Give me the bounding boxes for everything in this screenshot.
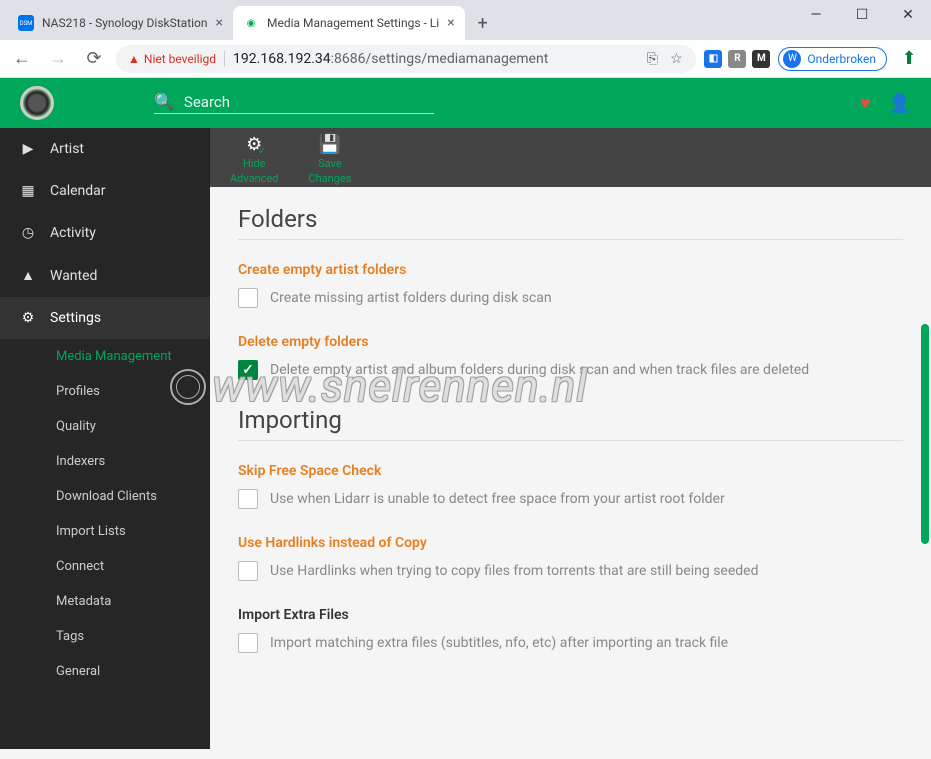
sidebar-item-label: Artist [50,141,84,157]
check-icon: ✓ [258,146,266,157]
window-maximize[interactable]: ☐ [839,0,885,30]
sidebar-item-settings[interactable]: ⚙ Settings [0,297,210,339]
reload-button[interactable]: ⟳ [80,45,108,73]
field-label-extras: Import Extra Files [238,607,903,623]
sidebar-item-label: Activity [50,225,96,241]
sidebar: ▶ Artist ▦ Calendar ◷ Activity ▲ Wanted ⚙ Set… [0,128,210,749]
checkbox-skip-space[interactable] [238,489,258,509]
sub-general[interactable]: General [0,654,210,689]
tab-close-icon[interactable]: × [216,15,223,31]
forward-button[interactable]: → [44,45,72,73]
window-minimize[interactable]: — [793,0,839,30]
sub-indexers[interactable]: Indexers [0,444,210,479]
translate-icon[interactable]: ⎘ [644,51,660,67]
tab-favicon-lidarr: ◉ [243,15,259,31]
sub-connect[interactable]: Connect [0,549,210,584]
section-title-folders: Folders [238,205,903,233]
toolbtn-label: Advanced [230,172,278,185]
sub-download-clients[interactable]: Download Clients [0,479,210,514]
browser-tab-strip: DSM NAS218 - Synology DiskStation × ◉ Me… [0,0,931,40]
new-tab-button[interactable]: + [469,9,497,37]
play-icon: ▶ [20,141,36,157]
sub-tags[interactable]: Tags [0,619,210,654]
warning-icon: ▲ [128,52,140,66]
gear-icon: ⚙✓ [246,134,262,155]
gear-icon: ⚙ [20,310,36,326]
field-desc: Delete empty artist and album folders du… [270,362,809,378]
warning-icon: ▲ [20,267,36,284]
sub-quality[interactable]: Quality [0,409,210,444]
scrollbar-thumb[interactable] [921,324,929,544]
toolbtn-label: Save [318,157,342,170]
extension-1[interactable]: ◧ [704,50,722,68]
url-text: 192.168.192.34:8686/settings/mediamanage… [233,51,636,67]
toolbtn-label: Hide [243,157,266,170]
divider [238,239,903,240]
field-desc: Import matching extra files (subtitles, … [270,635,728,651]
app-root: 🔍 ♥ 👤 ▶ Artist ▦ Calendar ◷ Activity ▲ Wante… [0,78,931,749]
field-label-delete-folders: Delete empty folders [238,334,903,350]
app-header: 🔍 ♥ 👤 [0,78,931,128]
field-label-skip-space: Skip Free Space Check [238,463,903,479]
security-warning: ▲ Niet beveiligd [128,52,216,66]
profile-badge[interactable]: W Onderbroken [778,47,887,71]
updates-icon[interactable]: ⬆ [895,45,923,73]
field-desc: Use when Lidarr is unable to detect free… [270,491,725,507]
sub-metadata[interactable]: Metadata [0,584,210,619]
tab-close-icon[interactable]: × [447,15,454,31]
bookmark-icon[interactable]: ☆ [668,51,684,67]
sidebar-item-label: Wanted [50,268,97,284]
sub-import-lists[interactable]: Import Lists [0,514,210,549]
search-input[interactable] [184,93,434,111]
content-toolbar: ⚙✓ Hide Advanced 💾 Save Changes [210,128,931,187]
toolbtn-label: Changes [308,172,351,185]
security-label: Niet beveiligd [144,52,216,66]
field-label-create-folders: Create empty artist folders [238,262,903,278]
sidebar-item-artist[interactable]: ▶ Artist [0,128,210,170]
checkbox-extras[interactable] [238,633,258,653]
sidebar-item-label: Settings [50,310,101,326]
extensions: ◧ R M [704,50,770,68]
window-controls: — ☐ ✕ [793,0,931,30]
content-area: ⚙✓ Hide Advanced 💾 Save Changes Folders … [210,128,931,749]
divider [224,51,225,67]
tab-favicon-dsm: DSM [18,15,34,31]
sidebar-item-wanted[interactable]: ▲ Wanted [0,254,210,297]
extension-3[interactable]: M [752,50,770,68]
field-label-hardlinks: Use Hardlinks instead of Copy [238,535,903,551]
calendar-icon: ▦ [20,183,36,199]
hide-advanced-button[interactable]: ⚙✓ Hide Advanced [230,134,278,185]
clock-icon: ◷ [20,225,36,241]
address-bar[interactable]: ▲ Niet beveiligd 192.168.192.34:8686/set… [116,45,696,73]
save-changes-button[interactable]: 💾 Save Changes [308,134,351,185]
lidarr-logo[interactable] [20,86,54,120]
profile-label: Onderbroken [807,52,876,66]
browser-tab-0[interactable]: DSM NAS218 - Synology DiskStation × [8,6,233,40]
sidebar-item-activity[interactable]: ◷ Activity [0,212,210,254]
extension-2[interactable]: R [728,50,746,68]
tab-title: Media Management Settings - Li [267,16,439,30]
checkbox-create-folders[interactable] [238,288,258,308]
section-title-importing: Importing [238,406,903,434]
field-desc: Create missing artist folders during dis… [270,290,552,306]
heart-icon[interactable]: ♥ [860,93,871,114]
window-close[interactable]: ✕ [885,0,931,30]
browser-toolbar: ← → ⟳ ▲ Niet beveiligd 192.168.192.34:86… [0,40,931,78]
field-desc: Use Hardlinks when trying to copy files … [270,563,758,579]
checkbox-delete-folders[interactable] [238,360,258,380]
browser-tab-1[interactable]: ◉ Media Management Settings - Li × [233,6,465,40]
divider [238,440,903,441]
save-icon: 💾 [319,134,341,155]
user-icon[interactable]: 👤 [889,93,911,114]
search-field[interactable]: 🔍 [154,92,434,114]
sidebar-item-label: Calendar [50,183,106,199]
search-icon: 🔍 [154,92,174,111]
checkbox-hardlinks[interactable] [238,561,258,581]
tab-title: NAS218 - Synology DiskStation [42,16,208,30]
sub-media-management[interactable]: Media Management [0,339,210,374]
profile-avatar: W [783,50,801,68]
back-button[interactable]: ← [8,45,36,73]
sidebar-item-calendar[interactable]: ▦ Calendar [0,170,210,212]
sub-profiles[interactable]: Profiles [0,374,210,409]
